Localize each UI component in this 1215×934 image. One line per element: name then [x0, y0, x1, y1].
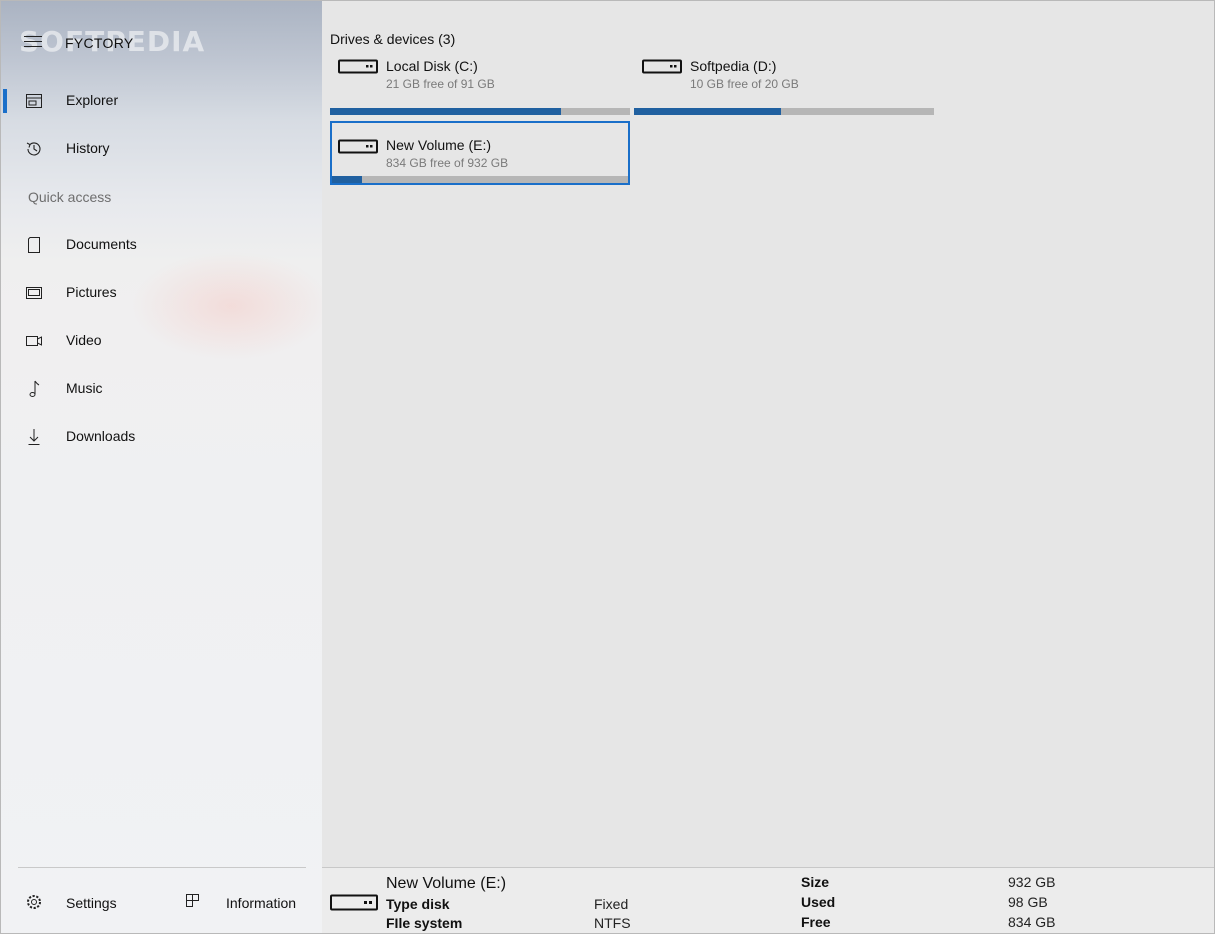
- sidebar-item-documents[interactable]: Documents: [1, 223, 322, 267]
- hard-drive-icon: [642, 59, 682, 80]
- music-icon: [25, 380, 43, 398]
- drive-usage-fill: [332, 176, 362, 183]
- drive-usage-bar: [332, 176, 628, 183]
- free-value: 834 GB: [1008, 914, 1056, 930]
- information-label: Information: [226, 895, 297, 911]
- used-value: 98 GB: [1008, 894, 1048, 910]
- sidebar-item-label: Downloads: [66, 428, 136, 444]
- drive-usage-bar: [634, 108, 934, 115]
- app-title: FYCTORY: [65, 35, 134, 51]
- sidebar-item-label: Pictures: [66, 284, 117, 300]
- drive-free-space: 10 GB free of 20 GB: [690, 77, 799, 91]
- sidebar-item-label: History: [66, 140, 110, 156]
- settings-label: Settings: [66, 895, 117, 911]
- hard-drive-icon: [330, 894, 378, 917]
- drive-name: Softpedia (D:): [690, 58, 777, 74]
- app-window: SOFTPEDIA FYCTORY Explorer History Quick…: [0, 0, 1215, 934]
- pictures-icon: [25, 284, 43, 302]
- quick-access-heading: Quick access: [28, 189, 112, 205]
- drive-usage-bar: [330, 108, 630, 115]
- drive-name: New Volume (E:): [386, 137, 492, 153]
- used-label: Used: [801, 894, 836, 910]
- file-system-value: NTFS: [594, 915, 631, 931]
- sidebar-item-music[interactable]: Music: [1, 367, 322, 411]
- drive-usage-fill: [634, 108, 781, 115]
- sidebar-item-label: Documents: [66, 236, 137, 252]
- drive-usage-fill: [330, 108, 561, 115]
- type-disk-label: Type disk: [386, 896, 450, 912]
- hard-drive-icon: [338, 139, 378, 160]
- sidebar-item-pictures[interactable]: Pictures: [1, 271, 322, 315]
- main-content: Drives & devices (3) Local Disk (C:) 21 …: [322, 1, 1214, 867]
- drive-free-space: 834 GB free of 932 GB: [386, 156, 509, 170]
- history-icon: [25, 140, 43, 158]
- file-system-label: FIle system: [386, 915, 463, 931]
- sidebar-item-label: Explorer: [66, 92, 119, 108]
- details-drive-name: New Volume (E:): [386, 875, 507, 892]
- free-label: Free: [801, 914, 831, 930]
- drive-name: Local Disk (C:): [386, 58, 478, 74]
- hard-drive-icon: [338, 59, 378, 80]
- sidebar-item-explorer[interactable]: Explorer: [1, 79, 322, 123]
- size-value: 932 GB: [1008, 874, 1056, 890]
- hamburger-menu-icon[interactable]: [24, 36, 42, 50]
- drive-tile-e[interactable]: New Volume (E:) 834 GB free of 932 GB: [330, 121, 630, 185]
- active-indicator: [3, 89, 7, 113]
- drive-tile-c[interactable]: Local Disk (C:) 21 GB free of 91 GB: [330, 51, 630, 115]
- drive-tile-d[interactable]: Softpedia (D:) 10 GB free of 20 GB: [634, 51, 934, 115]
- sidebar-item-label: Video: [66, 332, 102, 348]
- app-bar: SOFTPEDIA FYCTORY: [1, 23, 322, 63]
- document-icon: [25, 236, 43, 254]
- sidebar-item-history[interactable]: History: [1, 127, 322, 171]
- type-disk-value: Fixed: [594, 896, 629, 912]
- sidebar: SOFTPEDIA FYCTORY Explorer History Quick…: [1, 1, 322, 933]
- explorer-icon: [25, 92, 43, 110]
- sidebar-divider: [18, 867, 306, 868]
- sidebar-item-video[interactable]: Video: [1, 319, 322, 363]
- details-pane: New Volume (E:) Type disk Fixed FIle sys…: [322, 867, 1214, 933]
- information-icon: [185, 893, 203, 911]
- sidebar-item-downloads[interactable]: Downloads: [1, 415, 322, 459]
- settings-button[interactable]: Settings: [25, 887, 145, 919]
- information-button[interactable]: Information: [185, 887, 315, 919]
- gear-icon: [25, 893, 43, 911]
- video-icon: [25, 332, 43, 350]
- size-label: Size: [801, 874, 830, 890]
- drive-free-space: 21 GB free of 91 GB: [386, 77, 495, 91]
- sidebar-item-label: Music: [66, 380, 103, 396]
- download-icon: [25, 428, 43, 446]
- drives-header: Drives & devices (3): [330, 31, 456, 47]
